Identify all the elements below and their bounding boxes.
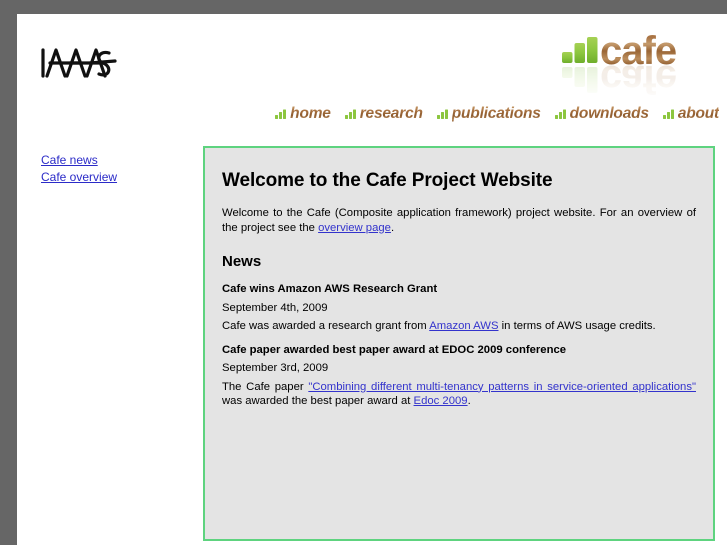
news-body: The Cafe paper "Combining different mult… [222, 380, 696, 409]
news-body: Cafe was awarded a research grant from A… [222, 319, 696, 334]
edoc-2009-link[interactable]: Edoc 2009 [414, 395, 468, 407]
news-body-middle: was awarded the best paper award at [222, 395, 414, 407]
sidebar-item-cafe-news[interactable]: Cafe news [41, 152, 191, 169]
nav-item-research[interactable]: research [344, 105, 423, 123]
sidebar-item-cafe-overview[interactable]: Cafe overview [41, 169, 191, 186]
intro-paragraph: Welcome to the Cafe (Composite applicati… [222, 206, 696, 235]
news-body-after: in terms of AWS usage credits. [498, 320, 656, 332]
bar-chart-icon [436, 108, 448, 123]
news-body-before: The Cafe paper [222, 380, 309, 393]
page-canvas: cafe cafe home research publications dow… [17, 14, 727, 545]
main-navigation: home research publications downloads abo… [275, 106, 719, 123]
news-item: Cafe paper awarded best paper award at E… [222, 343, 696, 409]
iaas-logo[interactable] [37, 40, 132, 88]
nav-item-downloads[interactable]: downloads [554, 105, 649, 123]
nav-item-label: home [290, 105, 331, 122]
nav-item-label: research [359, 105, 423, 122]
bar-chart-icon [344, 108, 356, 123]
news-date: September 4th, 2009 [222, 301, 328, 314]
bar-chart-icon [275, 108, 287, 123]
news-section-heading: News [222, 253, 262, 270]
nav-item-publications[interactable]: publications [436, 105, 541, 123]
amazon-aws-link[interactable]: Amazon AWS [429, 320, 498, 332]
news-body-end: . [467, 395, 471, 407]
intro-text-after: . [390, 221, 395, 234]
nav-item-label: publications [451, 105, 541, 122]
sidebar-navigation: Cafe news Cafe overview [41, 152, 191, 186]
nav-item-home[interactable]: home [275, 106, 331, 123]
overview-page-link[interactable]: overview page [318, 222, 391, 234]
intro-text-before: Welcome to the Cafe (Composite applicati… [222, 207, 696, 234]
nav-item-label: about [677, 105, 719, 122]
cafe-logo[interactable]: cafe cafe [559, 29, 719, 102]
paper-title-link[interactable]: "Combining different multi-tenancy patte… [308, 381, 696, 393]
news-date: September 3rd, 2009 [222, 362, 329, 374]
site-header: cafe cafe home research publications dow… [17, 14, 727, 124]
news-title: Cafe paper awarded best paper award at E… [222, 343, 567, 356]
nav-item-label: downloads [569, 105, 649, 122]
nav-item-about[interactable]: about [662, 105, 719, 123]
news-title: Cafe wins Amazon AWS Research Grant [222, 283, 438, 295]
news-item: Cafe wins Amazon AWS Research Grant Sept… [222, 282, 696, 334]
bar-chart-icon [554, 108, 566, 123]
browser-viewport: cafe cafe home research publications dow… [0, 0, 727, 545]
content-panel: Welcome to the Cafe Project Website Welc… [203, 146, 715, 541]
svg-text:cafe: cafe [600, 57, 676, 101]
page-title: Welcome to the Cafe Project Website [222, 170, 553, 191]
bar-chart-icon [662, 108, 674, 123]
news-body-before: Cafe was awarded a research grant from [222, 320, 430, 332]
bar-chart-icon [562, 37, 598, 63]
